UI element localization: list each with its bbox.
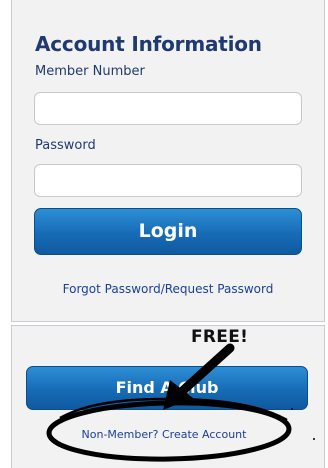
login-button[interactable]: Login	[34, 208, 302, 255]
create-account-link[interactable]: Non-Member? Create Account	[0, 428, 328, 441]
annotation-dot-icon	[313, 438, 315, 440]
member-number-input[interactable]	[34, 92, 302, 125]
forgot-password-link[interactable]: Forgot Password/Request Password	[12, 282, 324, 296]
member-number-label: Member Number	[35, 64, 145, 79]
annotation-dot-icon	[291, 408, 293, 410]
password-label: Password	[35, 138, 96, 153]
account-panel: Account Information Member Number Passwo…	[11, 0, 325, 322]
free-annotation-text: FREE!	[191, 327, 249, 347]
password-input[interactable]	[34, 164, 302, 197]
account-title: Account Information	[35, 32, 262, 56]
find-a-club-button[interactable]: Find A Club	[26, 366, 308, 410]
page: Account Information Member Number Passwo…	[0, 0, 328, 468]
